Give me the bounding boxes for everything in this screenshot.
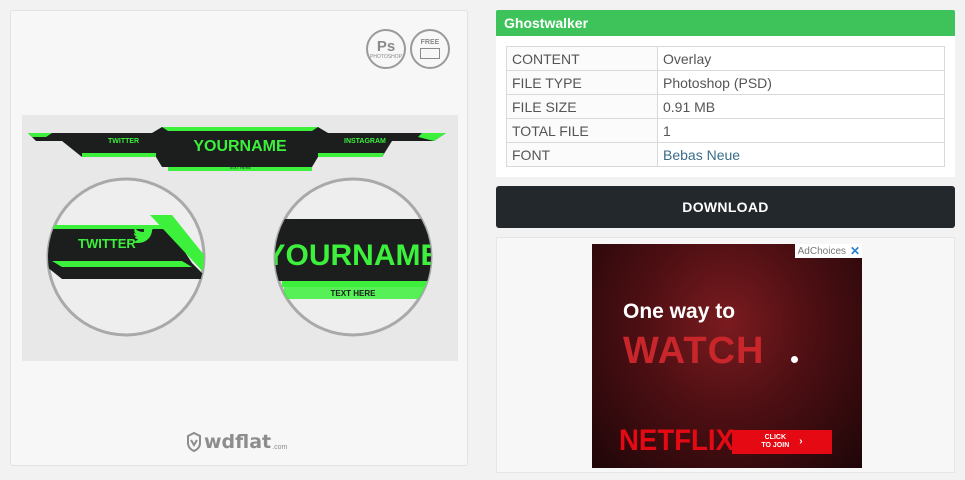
banner-twitter-label: TWITTER <box>108 138 139 145</box>
zoom-text-here-label: TEXT HERE <box>331 289 377 298</box>
badge-ps-text: Ps <box>376 37 396 55</box>
file-title: Ghostwalker <box>496 10 955 36</box>
download-button[interactable]: DOWNLOAD <box>496 186 955 228</box>
spec-key: TOTAL FILE <box>506 118 658 143</box>
chevron-right-icon: › <box>799 436 803 447</box>
badge-free-text: FREE <box>420 39 440 46</box>
brand-suffix: .com <box>272 444 288 451</box>
spec-key: FILE SIZE <box>506 94 658 119</box>
banner-instagram-label: INSTAGRAM <box>344 138 386 145</box>
zoom-yourname-label: YOURNAME <box>265 239 440 272</box>
close-icon[interactable]: ✕ <box>848 244 862 258</box>
table-row: TOTAL FILE 1 <box>506 118 945 143</box>
table-row: FILE TYPE Photoshop (PSD) <box>506 70 945 95</box>
badge-ps-subtext: PHOTOSHOP <box>370 53 402 60</box>
spec-key: FILE TYPE <box>506 70 658 95</box>
file-spec-table: CONTENT Overlay FILE TYPE Photoshop (PSD… <box>506 46 945 167</box>
ad-headline: One way to <box>623 300 736 323</box>
spec-value: 0.91 MB <box>657 94 945 119</box>
shield-logo-icon <box>187 432 201 452</box>
table-row: FILE SIZE 0.91 MB <box>506 94 945 119</box>
brand-name: wdflat <box>204 431 272 453</box>
cta-line1: CLICK <box>764 434 787 441</box>
file-info-panel: Ghostwalker CONTENT Overlay FILE TYPE Ph… <box>496 10 955 177</box>
preview-card: Ps PHOTOSHOP FREE TWITTER YOURNAME INSTA… <box>10 10 468 466</box>
table-row: CONTENT Overlay <box>506 46 945 71</box>
banner-text-here-label: TEXT HERE <box>229 165 252 170</box>
wdflat-logo: wdflat .com <box>187 429 287 455</box>
ad-container: AdChoices ✕ One way to WATCH NETFLIX CLI… <box>496 237 955 473</box>
banner-yourname-label: YOURNAME <box>193 138 287 155</box>
free-badge-icon: FREE <box>410 29 450 69</box>
table-row: FONT Bebas Neue <box>506 142 945 167</box>
spec-key: FONT <box>506 142 658 167</box>
netflix-ad[interactable]: AdChoices ✕ One way to WATCH NETFLIX CLI… <box>592 244 862 468</box>
cta-line2: TO JOIN <box>761 442 790 449</box>
font-link[interactable]: Bebas Neue <box>657 142 945 167</box>
netflix-logo: NETFLIX <box>619 424 734 457</box>
spec-value: Overlay <box>657 46 945 71</box>
spec-key: CONTENT <box>506 46 658 71</box>
ad-headline-big: WATCH <box>623 330 765 372</box>
spec-value: Photoshop (PSD) <box>657 70 945 95</box>
adchoices-label: AdChoices <box>797 245 846 257</box>
photoshop-badge-icon: Ps PHOTOSHOP <box>366 29 406 69</box>
click-to-join-button[interactable]: CLICK TO JOIN › <box>732 430 832 454</box>
spec-value: 1 <box>657 118 945 143</box>
adchoices-badge[interactable]: AdChoices ✕ <box>794 244 862 258</box>
ad-dot <box>791 356 798 363</box>
overlay-preview-image: TWITTER YOURNAME INSTAGRAM TEXT HERE TWI… <box>22 115 458 361</box>
zoom-twitter-label: TWITTER <box>78 236 136 251</box>
